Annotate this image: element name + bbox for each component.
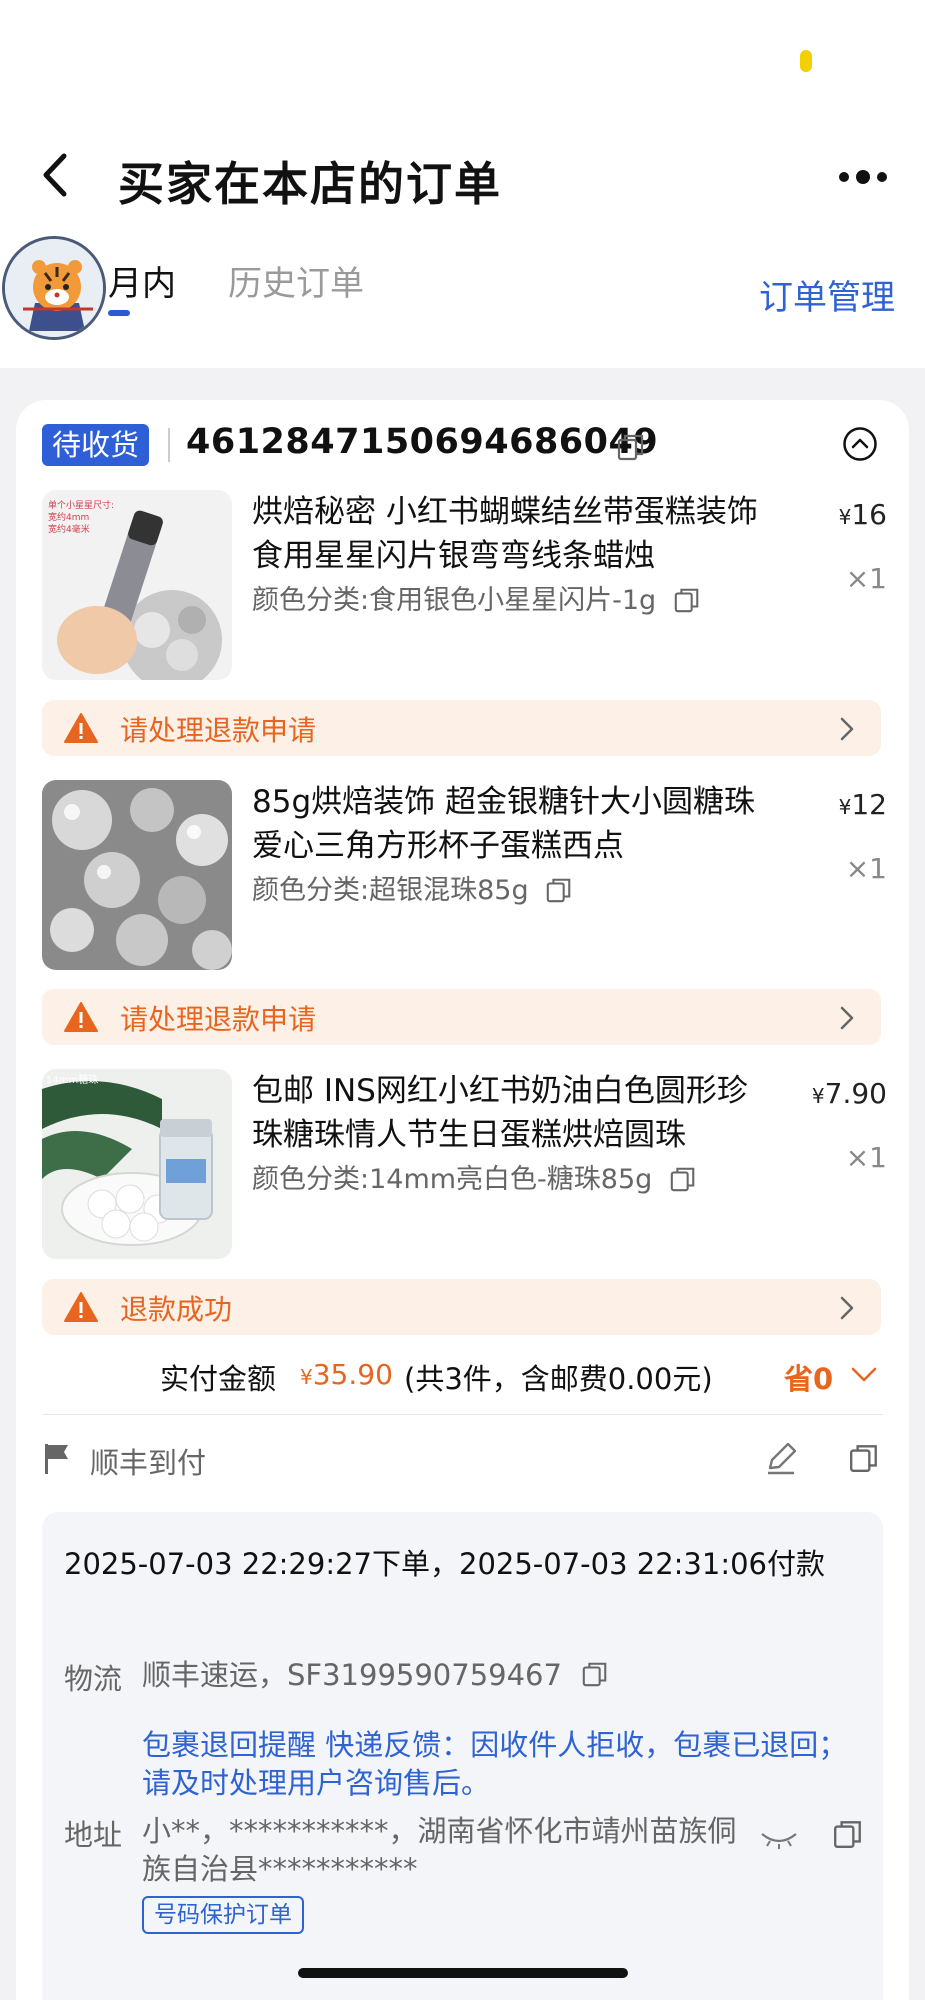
shipping-row: 顺丰到付 xyxy=(42,1436,887,1486)
tab-active-indicator xyxy=(108,310,130,316)
order-card: 待收货 4612847150694686049 单个小星星尺寸: 宽约4mm 宽… xyxy=(16,400,909,2000)
logistics-value: 顺丰速运，SF3199590759467 xyxy=(142,1656,609,1694)
copy-icon[interactable] xyxy=(848,1442,880,1474)
address-value: 小**，***********，湖南省怀化市靖州苗族侗族自治县*********… xyxy=(142,1814,737,1886)
order-management-link[interactable]: 订单管理 xyxy=(759,270,895,319)
tiger-avatar-icon xyxy=(5,239,103,337)
back-chevron-icon[interactable] xyxy=(36,150,76,200)
divider xyxy=(42,1414,883,1415)
status-indicator xyxy=(800,50,812,72)
tab-month[interactable]: 月内 xyxy=(108,256,176,305)
copy-tracking-icon[interactable] xyxy=(581,1660,609,1688)
chevron-down-icon[interactable] xyxy=(850,1366,878,1384)
svg-text:14mm糖珠: 14mm糖珠 xyxy=(46,1073,98,1086)
flag-icon xyxy=(45,1444,68,1474)
item-spec-text: 颜色分类:14mm亮白色-糖珠85g xyxy=(252,1164,653,1195)
copy-spec-icon[interactable] xyxy=(669,1165,697,1193)
item-title[interactable]: 包邮 INS网红小红书奶油白色圆形珍珠糖珠情人节生日蛋糕烘焙圆珠 xyxy=(252,1069,772,1157)
chevron-right-icon xyxy=(840,1296,854,1320)
saved-amount[interactable]: 省0 xyxy=(784,1356,833,1398)
tab-history[interactable]: 历史订单 xyxy=(228,256,364,305)
refund-notice-bar[interactable]: 退款成功 xyxy=(42,1279,881,1335)
top-bar: 买家在本店的订单 月内 历史订单 订单管理 xyxy=(0,0,925,368)
item-price: ¥7.90 xyxy=(812,1077,887,1110)
currency-symbol: ¥ xyxy=(300,1365,313,1389)
item-quantity: ×1 xyxy=(845,1141,887,1174)
logistics-label: 物流 xyxy=(64,1662,123,1696)
item-spec: 颜色分类:14mm亮白色-糖珠85g xyxy=(252,1157,697,1196)
order-time: 2025-07-03 22:29:27下单，2025-07-03 22:31:0… xyxy=(64,1547,825,1581)
eye-closed-icon[interactable] xyxy=(760,1830,798,1850)
more-dots-icon[interactable] xyxy=(836,160,890,194)
edit-icon[interactable] xyxy=(764,1440,798,1476)
warning-icon xyxy=(64,1292,98,1322)
home-indicator xyxy=(298,1968,628,1978)
order-info-box: 2025-07-03 22:29:27下单，2025-07-03 22:31:0… xyxy=(42,1512,883,2000)
currency-symbol: ¥ xyxy=(811,1084,825,1108)
number-protection-tag: 号码保护订单 xyxy=(142,1896,304,1934)
avatar[interactable] xyxy=(2,236,106,340)
order-item[interactable]: 14mm糖珠 包邮 INS网红小红书奶油白色圆形珍珠糖珠情人节生日蛋糕烘焙圆珠 … xyxy=(42,1069,887,1269)
product-thumbnail[interactable]: 14mm糖珠 xyxy=(42,1069,232,1259)
price-value: 7.90 xyxy=(824,1077,887,1110)
paid-summary-row: 实付金额 ¥35.90 (共3件，含邮费0.00元) 省0 xyxy=(16,1356,909,1400)
copy-address-icon[interactable] xyxy=(832,1818,864,1850)
address-label: 地址 xyxy=(64,1818,123,1852)
paid-label: 实付金额 xyxy=(160,1362,277,1396)
paid-note: (共3件，含邮费0.00元) xyxy=(404,1362,713,1396)
paid-amount: ¥35.90 xyxy=(300,1358,393,1391)
logistics-text: 顺丰速运，SF3199590759467 xyxy=(142,1658,562,1692)
page-title: 买家在本店的订单 xyxy=(118,157,502,211)
lower-section: 14mm糖珠 包邮 INS网红小红书奶油白色圆形珍珠糖珠情人节生日蛋糕烘焙圆珠 … xyxy=(16,400,909,2000)
logistics-feedback[interactable]: 包裹退回提醒 快递反馈：因收件人拒收，包裹已退回；请及时处理用户咨询售后。 xyxy=(142,1726,862,1802)
shipping-method: 顺丰到付 xyxy=(90,1446,207,1480)
paid-amount-value: 35.90 xyxy=(312,1358,393,1391)
refund-notice-label: 退款成功 xyxy=(120,1293,233,1326)
